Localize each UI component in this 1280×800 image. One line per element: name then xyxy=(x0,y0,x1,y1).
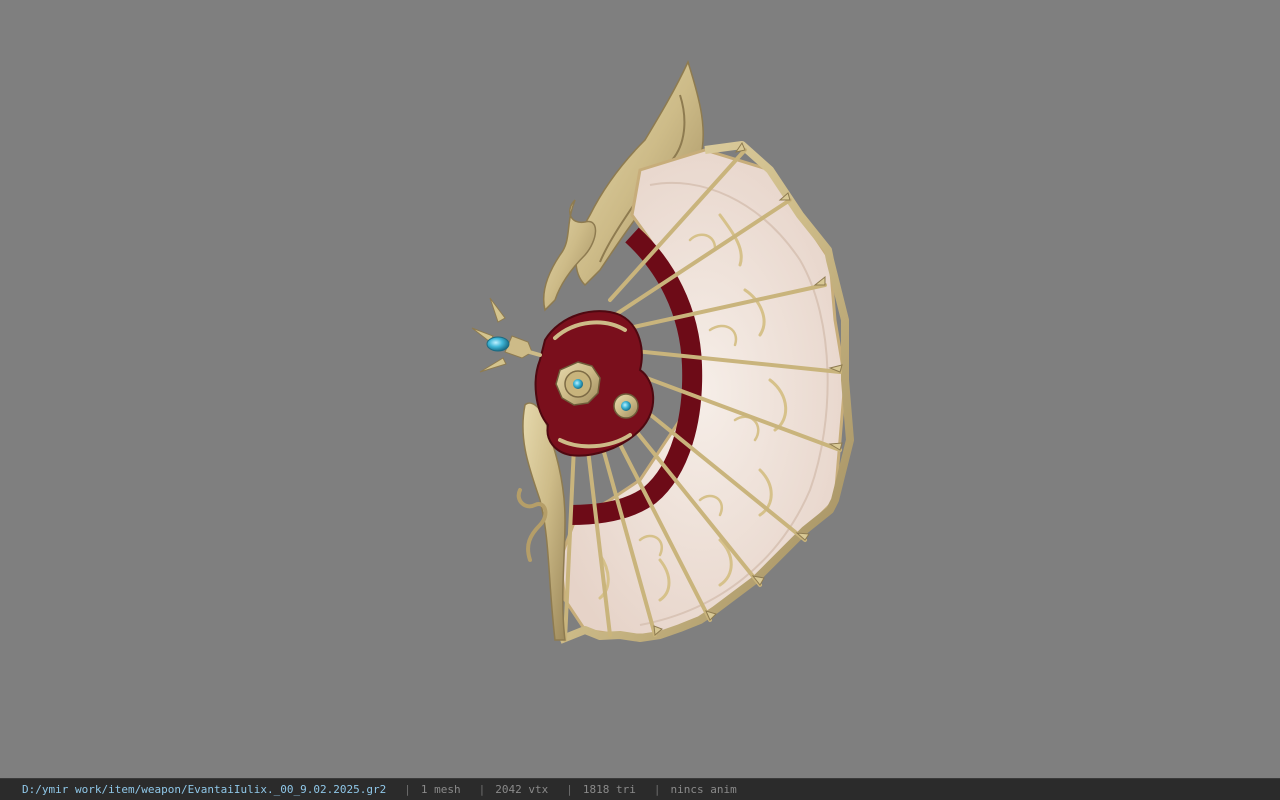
anim-status: nincs anim xyxy=(670,783,737,796)
gem-ornament xyxy=(471,297,542,373)
status-separator: | xyxy=(404,783,411,796)
small-medallion xyxy=(613,393,639,419)
mesh-count: 1 mesh xyxy=(420,783,461,796)
status-separator: | xyxy=(653,783,661,796)
status-separator: | xyxy=(566,783,573,796)
status-bar: D:/ymir work/item/weapon/EvantaiIulix._0… xyxy=(0,778,1280,800)
triangle-count: 1818 tri xyxy=(582,783,636,796)
file-path: D:/ymir work/item/weapon/EvantaiIulix._0… xyxy=(22,783,387,796)
main-medallion xyxy=(555,361,601,406)
fan-weapon-model[interactable] xyxy=(0,0,1280,778)
3d-viewport[interactable] xyxy=(0,0,1280,778)
vertex-count: 2042 vtx xyxy=(495,783,549,796)
status-separator: | xyxy=(478,783,486,796)
